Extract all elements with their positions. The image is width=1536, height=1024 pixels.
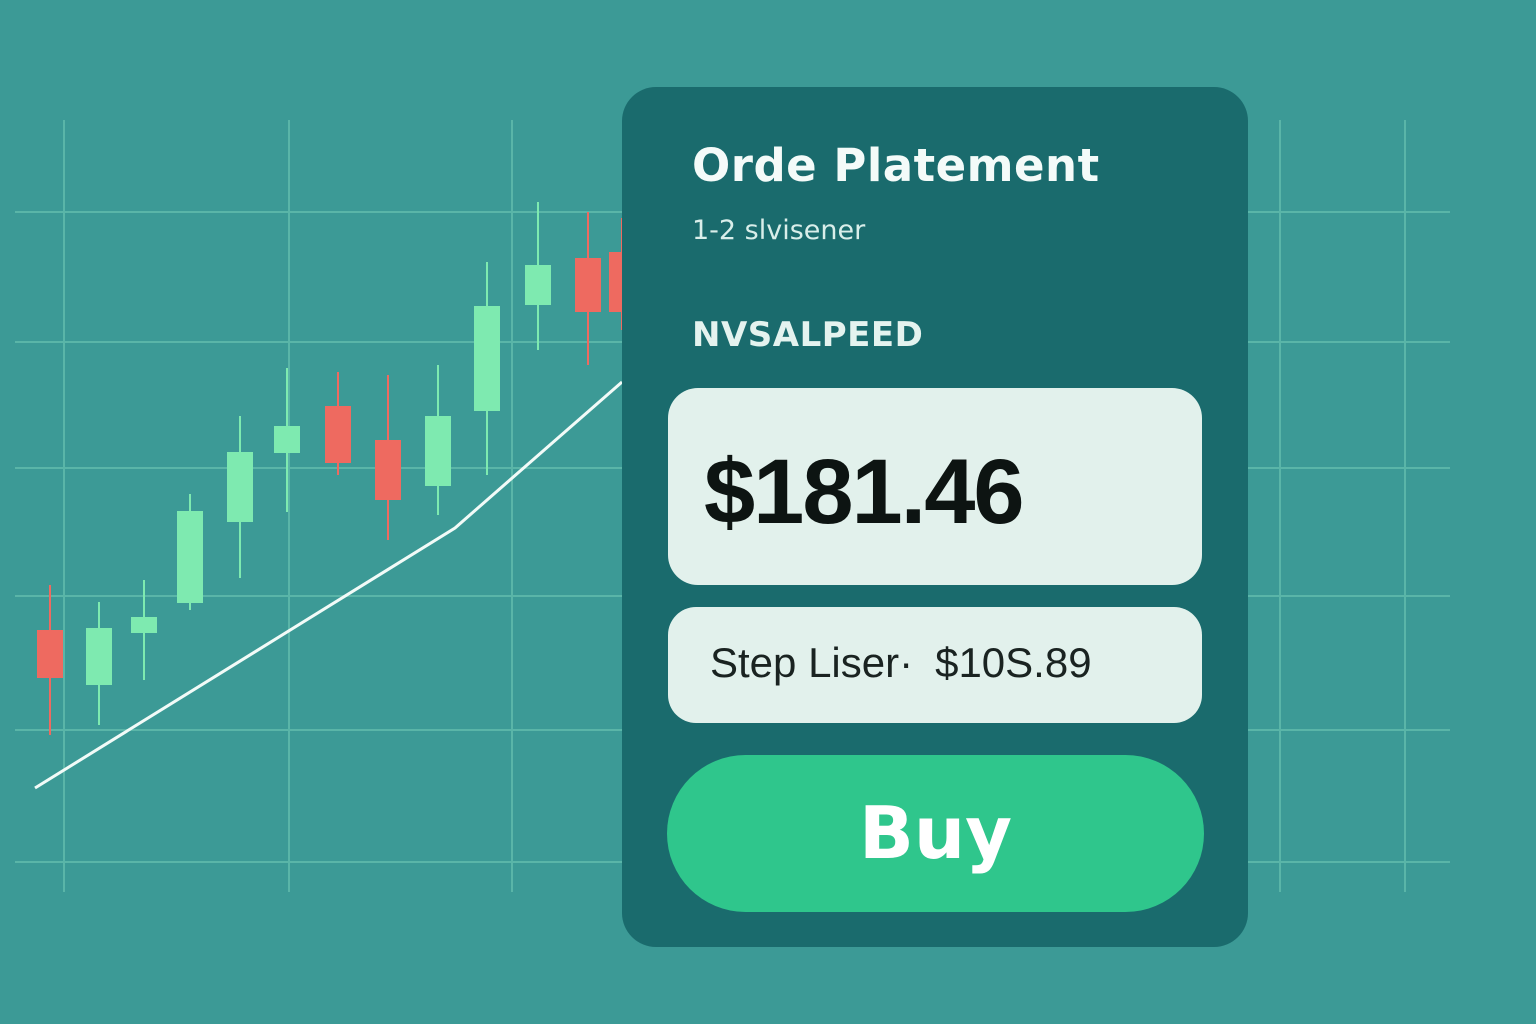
panel-subtitle: 1-2 slvisener [692, 215, 866, 246]
ticker-symbol: NVSALPEED [692, 315, 924, 355]
candle-body-down [575, 258, 601, 312]
stop-loss-value: $10S.89 [935, 639, 1092, 686]
candle-body-up [474, 306, 500, 411]
candle-body-up [177, 511, 203, 603]
candle-body-down [37, 630, 63, 678]
candle-body-up [86, 628, 112, 685]
candle-body-up [227, 452, 253, 522]
buy-button-label: Buy [858, 791, 1013, 875]
stop-loss-field[interactable]: Step Liser· $10S.89 [668, 607, 1202, 723]
buy-button[interactable]: Buy [667, 755, 1204, 912]
panel-title: Orde Platement [692, 139, 1100, 192]
price-value: $181.46 [704, 441, 1025, 543]
candle-body-up [525, 265, 551, 305]
candle-body-up [425, 416, 451, 486]
stop-loss-row: Step Liser· $10S.89 [710, 639, 1092, 687]
order-panel: Orde Platement 1-2 slvisener NVSALPEED $… [622, 87, 1248, 947]
candle-body-up [131, 617, 157, 633]
candle-body-down [325, 406, 351, 463]
price-field[interactable]: $181.46 [668, 388, 1202, 585]
candle-body-down [375, 440, 401, 500]
candle-body-up [274, 426, 300, 453]
stop-loss-label: Step Liser· [710, 639, 914, 686]
